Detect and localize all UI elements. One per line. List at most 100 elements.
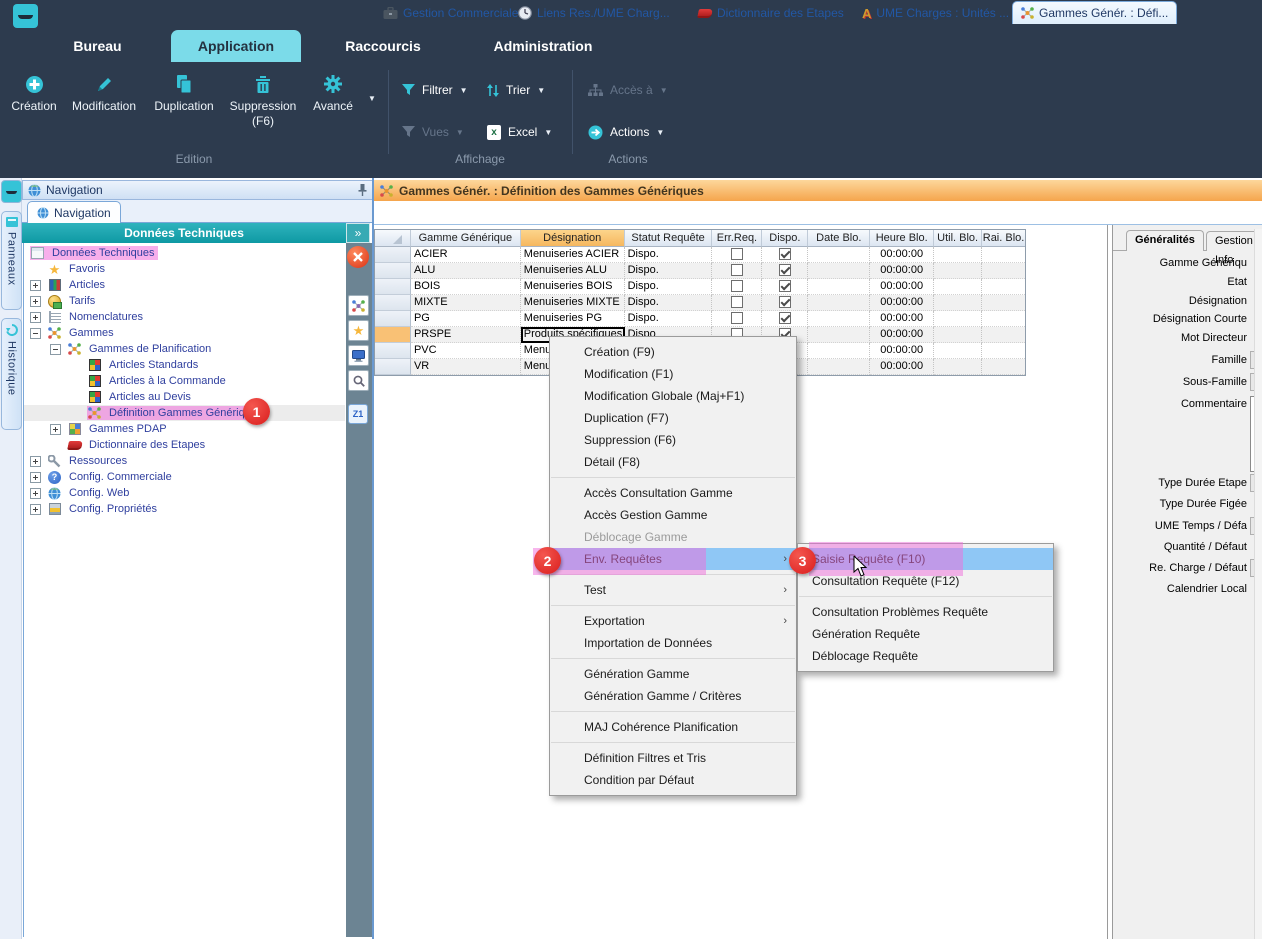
checkbox[interactable]: [779, 264, 791, 276]
row-selector[interactable]: [375, 247, 411, 263]
historique-side-tab[interactable]: Historique: [1, 318, 22, 430]
zoom-z1-button[interactable]: Z1: [348, 404, 368, 424]
tree-item-ressources[interactable]: Ressources: [24, 453, 345, 469]
tree-item-config-commerciale[interactable]: Config. Commerciale: [24, 469, 345, 485]
expander-icon[interactable]: [30, 504, 41, 515]
menu-item-condition-defaut[interactable]: Condition par Défaut: [550, 769, 796, 791]
row-selector[interactable]: [375, 263, 411, 279]
column-header-sorted[interactable]: Désignation: [521, 230, 625, 247]
modification-button[interactable]: Modification: [64, 70, 144, 113]
menu-item-modification-globale[interactable]: Modification Globale (Maj+F1): [550, 385, 796, 407]
dropdown-icon[interactable]: ▼: [460, 86, 468, 95]
duplication-button[interactable]: Duplication: [147, 70, 221, 113]
checkbox[interactable]: [779, 312, 791, 324]
menu-item-generation-gamme-criteres[interactable]: Génération Gamme / Critères: [550, 685, 796, 707]
tree-item-favoris[interactable]: ★Favoris: [24, 261, 345, 277]
vertical-scrollbar[interactable]: [1254, 229, 1262, 939]
pin-icon[interactable]: [358, 184, 367, 196]
expander-icon[interactable]: [30, 328, 41, 339]
doc-tab-liens-res-ume[interactable]: Liens Res./UME Charg...: [518, 3, 670, 23]
expander-icon[interactable]: [50, 344, 61, 355]
checkbox[interactable]: [731, 264, 743, 276]
tree-item-articles[interactable]: Articles: [24, 277, 345, 293]
menu-item-acces-gestion[interactable]: Accès Gestion Gamme: [550, 504, 796, 526]
expander-icon[interactable]: [30, 280, 41, 291]
dropdown-icon[interactable]: ▼: [537, 86, 545, 95]
row-selector-active[interactable]: [375, 327, 411, 343]
expander-icon[interactable]: [30, 312, 41, 323]
row-selector[interactable]: [375, 311, 411, 327]
tree-item-gammes-pdap[interactable]: Gammes PDAP: [24, 421, 345, 437]
trier-button[interactable]: Trier▼: [487, 79, 545, 101]
avance-dropdown-icon[interactable]: ▼: [368, 94, 376, 103]
column-header[interactable]: Statut Requête: [625, 230, 713, 247]
column-header[interactable]: Heure Blo.: [870, 230, 934, 247]
row-selector[interactable]: [375, 279, 411, 295]
menu-item-definition-filtres[interactable]: Définition Filtres et Tris: [550, 747, 796, 769]
column-header[interactable]: Err.Req.: [712, 230, 762, 247]
checkbox[interactable]: [779, 280, 791, 292]
menu-item-importation[interactable]: Importation de Données: [550, 632, 796, 654]
favorites-tool-button[interactable]: ★: [348, 320, 369, 341]
table-row[interactable]: ALUMenuiseries ALU Dispo. 00:00:00: [375, 263, 1025, 279]
menu-item-modification[interactable]: Modification (F1): [550, 363, 796, 385]
monitor-tool-button[interactable]: [348, 345, 369, 366]
checkbox[interactable]: [779, 296, 791, 308]
column-header[interactable]: Date Blo.: [808, 230, 870, 247]
expander-icon[interactable]: [30, 296, 41, 307]
column-header[interactable]: Dispo.: [762, 230, 808, 247]
row-selector[interactable]: [375, 343, 411, 359]
doc-tab-ume-charges[interactable]: UME Charges : Unités ...: [862, 3, 1009, 23]
tree-item-articles-commande[interactable]: Articles à la Commande: [24, 373, 345, 389]
checkbox[interactable]: [731, 312, 743, 324]
menu-item-duplication[interactable]: Duplication (F7): [550, 407, 796, 429]
submenu-item-consultation-problemes[interactable]: Consultation Problèmes Requête: [798, 601, 1053, 623]
tree-item-dictionnaire-etapes[interactable]: Dictionnaire des Etapes: [24, 437, 345, 453]
checkbox[interactable]: [731, 296, 743, 308]
ribbon-tab-bureau[interactable]: Bureau: [55, 30, 140, 62]
avance-button[interactable]: Avancé: [304, 70, 362, 113]
ribbon-tab-raccourcis[interactable]: Raccourcis: [338, 30, 428, 62]
dropdown-icon[interactable]: ▼: [544, 128, 552, 137]
tree-item-config-proprietes[interactable]: Config. Propriétés: [24, 501, 345, 517]
table-row[interactable]: PGMenuiseries PG Dispo. 00:00:00: [375, 311, 1025, 327]
close-red-button[interactable]: [347, 246, 369, 268]
menu-item-exportation[interactable]: Exportation›: [550, 610, 796, 632]
excel-button[interactable]: Excel▼: [487, 121, 552, 143]
app-mini-logo-icon[interactable]: [1, 180, 22, 203]
table-row[interactable]: ACIERMenuiseries ACIER Dispo. 00:00:00: [375, 247, 1025, 263]
tree-item-gammes-planification[interactable]: Gammes de Planification: [24, 341, 345, 357]
column-header[interactable]: Gamme Générique: [411, 230, 521, 247]
tree-item-config-web[interactable]: Config. Web: [24, 485, 345, 501]
expander-icon[interactable]: [30, 456, 41, 467]
submenu-item-generation-requete[interactable]: Génération Requête: [798, 623, 1053, 645]
ribbon-tab-application[interactable]: Application: [171, 30, 301, 62]
checkbox[interactable]: [731, 280, 743, 292]
doc-tab-gestion-commerciale[interactable]: Gestion Commerciale ...: [383, 3, 532, 23]
menu-item-generation-gamme[interactable]: Génération Gamme: [550, 663, 796, 685]
doc-tab-dictionnaire-etapes[interactable]: Dictionnaire des Etapes: [698, 3, 844, 23]
menu-item-suppression[interactable]: Suppression (F6): [550, 429, 796, 451]
menu-item-creation[interactable]: Création (F9): [550, 341, 796, 363]
navigation-tab[interactable]: Navigation: [27, 201, 121, 223]
menu-item-maj-coherence[interactable]: MAJ Cohérence Planification: [550, 716, 796, 738]
panneaux-side-tab[interactable]: Panneaux: [1, 211, 22, 310]
doc-tab-gammes-generiques[interactable]: Gammes Génér. : Défi...: [1012, 1, 1177, 24]
column-header[interactable]: Rai. Blo.: [982, 230, 1025, 247]
row-selector[interactable]: [375, 359, 411, 375]
collapse-panel-button[interactable]: »: [346, 223, 370, 243]
expander-icon[interactable]: [30, 472, 41, 483]
tree-item-tarifs[interactable]: Tarifs: [24, 293, 345, 309]
table-row[interactable]: BOISMenuiseries BOIS Dispo. 00:00:00: [375, 279, 1025, 295]
creation-button[interactable]: Création: [8, 70, 60, 113]
actions-button[interactable]: Actions▼: [588, 121, 664, 143]
corner-select-all-cell[interactable]: [375, 230, 411, 247]
filtrer-button[interactable]: Filtrer▼: [402, 79, 468, 101]
menu-item-acces-consultation[interactable]: Accès Consultation Gamme: [550, 482, 796, 504]
column-header[interactable]: Util. Blo.: [934, 230, 982, 247]
tree-item-articles-devis[interactable]: Articles au Devis: [24, 389, 345, 405]
ribbon-tab-administration[interactable]: Administration: [478, 30, 608, 62]
suppression-button[interactable]: Suppression (F6): [225, 70, 301, 128]
table-row[interactable]: MIXTEMenuiseries MIXTE Dispo. 00:00:00: [375, 295, 1025, 311]
tree-item-nomenclatures[interactable]: Nomenclatures: [24, 309, 345, 325]
